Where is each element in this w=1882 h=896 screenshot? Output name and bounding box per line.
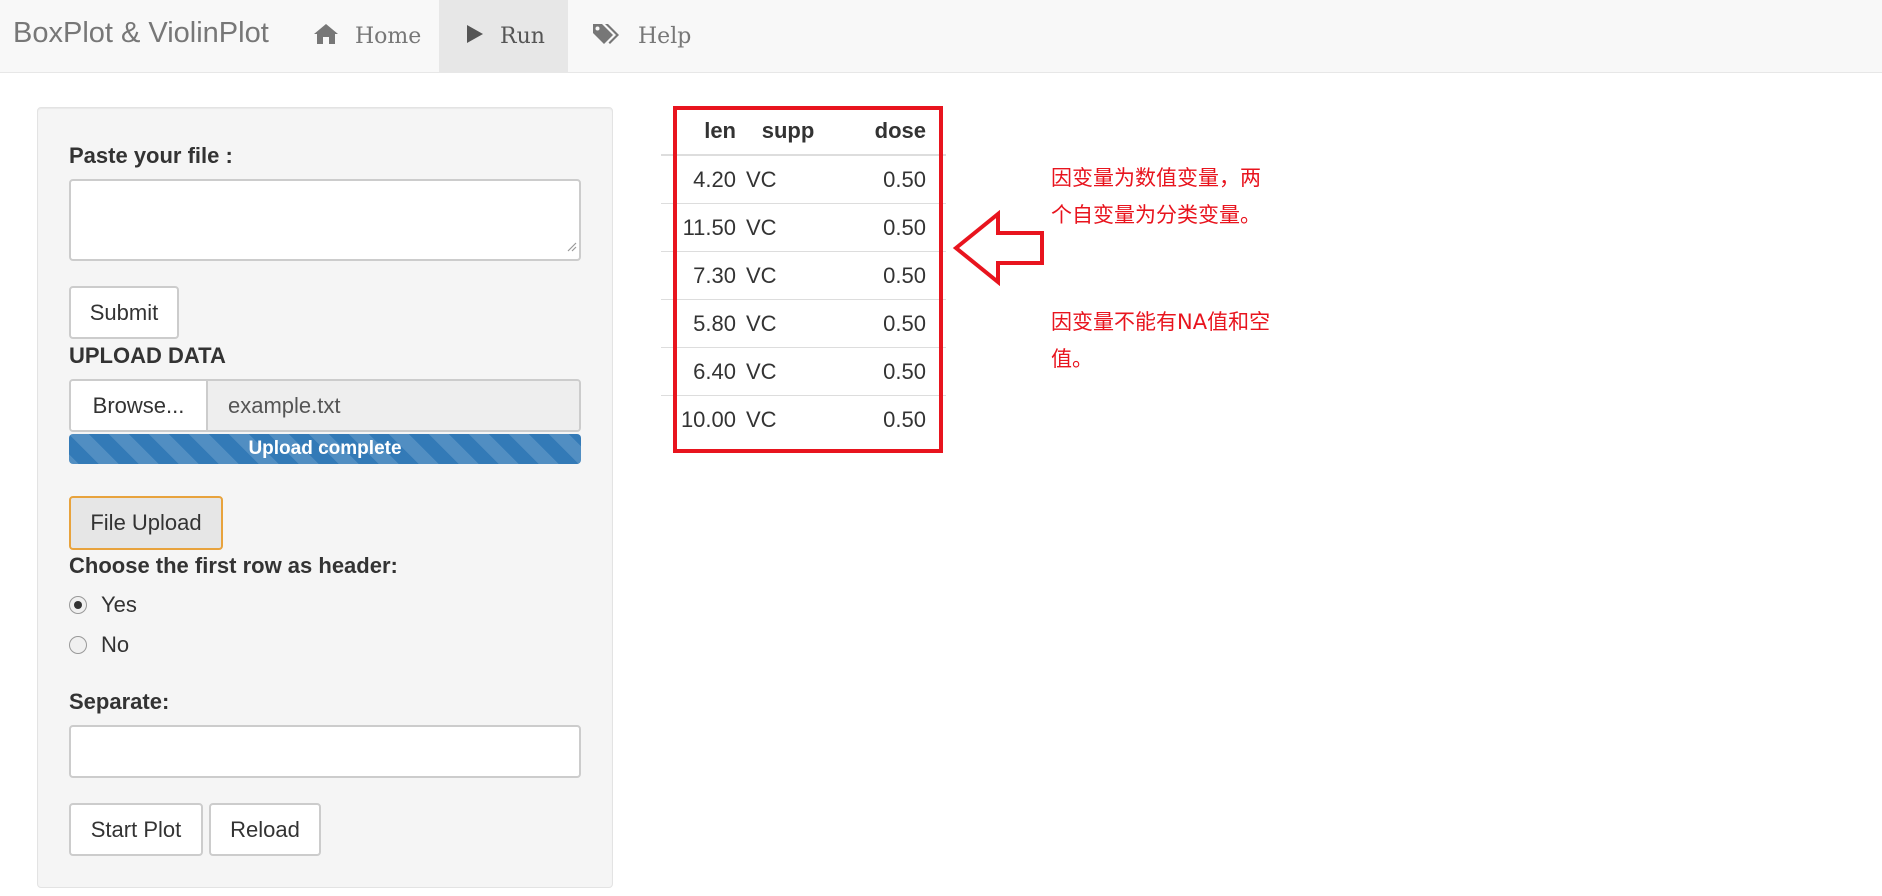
table-header-row: len supp dose [661,108,946,156]
cell-len: 6.40 [661,347,740,396]
table-row: 11.50 VC 0.50 [661,203,946,252]
table-row: 7.30 VC 0.50 [661,251,946,300]
radio-checked-icon[interactable] [69,596,87,614]
tab-home[interactable]: Home [296,0,435,73]
file-input-group: Browse... example.txt [69,379,581,432]
data-preview-table: len supp dose 4.20 VC 0.50 11.50 VC 0.50… [661,108,946,443]
cell-dose: 0.50 [883,406,926,432]
radio-unchecked-icon[interactable] [69,636,87,654]
cell-dose: 0.50 [836,251,946,300]
column-header-dose[interactable]: dose [836,108,946,156]
separate-label: Separate: [69,689,170,714]
radio-header-yes[interactable]: Yes [69,592,137,618]
reload-button[interactable]: Reload [209,803,321,856]
cell-supp: VC [740,347,836,396]
cell-dose: 0.50 [836,347,946,396]
play-icon [466,24,500,50]
paste-file-textarea[interactable] [69,179,581,261]
tags-icon [592,22,638,52]
column-header-supp[interactable]: supp [740,108,836,156]
annotation-note-variable-types: 因变量为数值变量，两个自变量为分类变量。 [1051,166,1261,227]
table-row: 6.40 VC 0.50 [661,347,946,396]
app-brand[interactable]: BoxPlot & ViolinPlot [13,0,269,73]
left-arrow-icon [952,210,1044,286]
radio-yes-label: Yes [101,592,137,617]
table-row: 5.80 VC 0.50 [661,299,946,348]
tab-help-label: Help [638,24,692,49]
cell-supp: VC [740,251,836,300]
start-plot-button[interactable]: Start Plot [69,803,203,856]
annotation-note-no-na: 因变量不能有NA值和空值。 [1051,310,1271,371]
cell-len: 11.50 [661,203,740,252]
radio-no-label: No [101,632,130,657]
cell-len: 5.80 [661,299,740,348]
tab-run-label: Run [500,24,545,49]
file-name-field: example.txt [208,381,579,430]
browse-button[interactable]: Browse... [71,381,208,430]
cell-supp: VC [740,203,836,252]
cell-dose: 0.50 [836,299,946,348]
upload-data-label: UPLOAD DATA [69,343,226,368]
cell-supp: VC [740,299,836,348]
cell-len: 7.30 [661,251,740,300]
paste-file-label: Paste your file : [69,143,233,168]
table-row: 10.00 VC 0.50 [661,396,946,444]
cell-supp: VC [740,155,836,204]
tab-home-label: Home [355,24,422,49]
file-upload-button[interactable]: File Upload [69,496,223,550]
separate-input[interactable] [69,725,581,778]
header-question-label: Choose the first row as header: [69,553,398,578]
resize-grip-icon[interactable] [567,239,577,257]
tab-run[interactable]: Run [439,0,568,73]
cell-supp: VC [746,406,777,432]
submit-button[interactable]: Submit [69,286,179,339]
upload-progress-bar: Upload complete [69,434,581,464]
navbar: BoxPlot & ViolinPlot Home Run Help [0,0,1882,73]
radio-header-no[interactable]: No [69,632,129,658]
cell-dose: 0.50 [836,203,946,252]
home-icon [313,23,355,51]
cell-len: 10.00 [680,406,736,432]
table-row: 4.20 VC 0.50 [661,155,946,204]
tab-help[interactable]: Help [568,0,708,73]
column-header-len[interactable]: len [661,108,740,156]
cell-dose: 0.50 [836,155,946,204]
cell-len: 4.20 [661,155,740,204]
